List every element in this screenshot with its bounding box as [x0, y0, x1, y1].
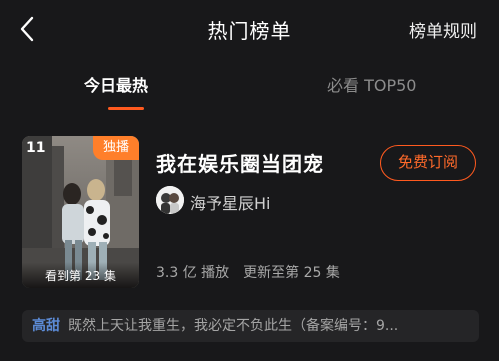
book-stats: 3.3 亿 播放 更新至第 25 集 — [156, 262, 340, 282]
chevron-left-icon — [20, 16, 34, 42]
back-button[interactable] — [14, 14, 42, 44]
active-tab-indicator — [108, 107, 144, 110]
tab-today-hottest[interactable]: 今日最热 — [84, 72, 148, 96]
tab-bar: 今日最热 必看 TOP50 — [0, 60, 499, 112]
play-count: 3.3 亿 播放 — [156, 265, 230, 281]
watch-progress-label: 看到第 23 集 — [22, 262, 139, 288]
description-bar[interactable]: 高甜 既然上天让我重生，我必定不负此生（备案编号：9... — [22, 310, 479, 342]
genre-tag: 高甜 — [32, 318, 60, 334]
description-text: 既然上天让我重生，我必定不负此生（备案编号：9... — [68, 318, 399, 334]
rank-number: 11 — [26, 140, 46, 156]
subscribe-button[interactable]: 免费订阅 — [380, 145, 476, 181]
navigation-bar: 热门榜单 榜单规则 — [0, 0, 499, 58]
update-status: 更新至第 25 集 — [243, 265, 340, 281]
book-cover[interactable]: 11 独播 看到第 23 集 — [22, 136, 139, 288]
exclusive-badge: 独播 — [93, 136, 139, 160]
author-name: 海予星辰Hi — [190, 194, 271, 213]
book-title[interactable]: 我在娱乐圈当团宠 — [156, 148, 324, 177]
rules-link[interactable]: 榜单规则 — [409, 17, 477, 42]
ranking-list-item[interactable]: 11 独播 看到第 23 集 我在娱乐圈当团宠 免费订阅 海予星辰Hi 3.3 … — [0, 128, 499, 348]
author-avatar-image — [156, 186, 184, 214]
tab-must-watch-top50[interactable]: 必看 TOP50 — [327, 72, 416, 96]
avatar — [156, 186, 184, 214]
